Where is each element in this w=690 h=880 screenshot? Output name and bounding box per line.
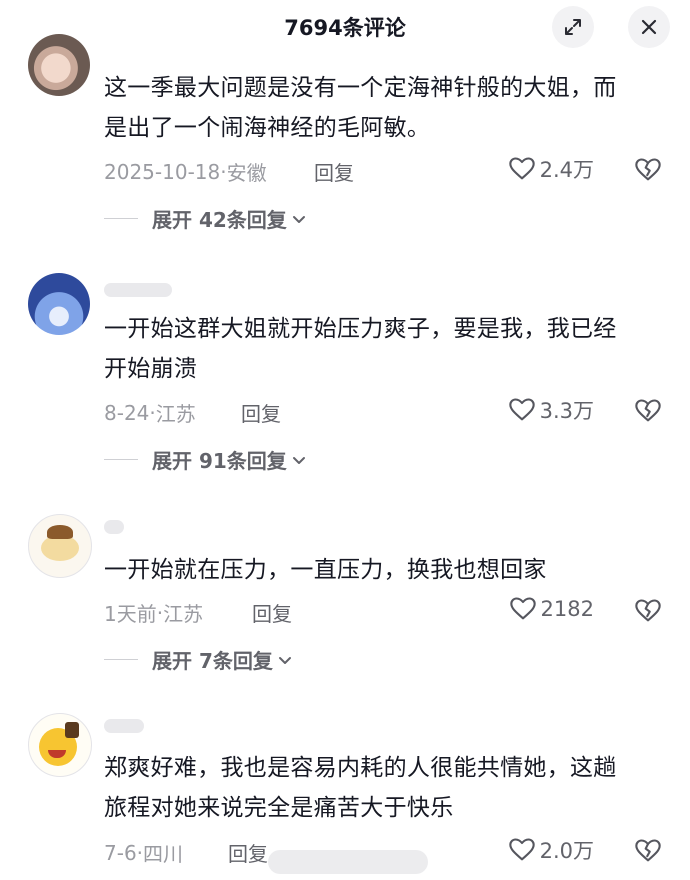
close-button[interactable] (628, 6, 670, 48)
reply-button[interactable]: 回复 (252, 598, 292, 627)
comment-date: 7-6 (104, 840, 137, 865)
avatar[interactable] (28, 713, 92, 777)
comment-text-line: 一开始这群大姐就开始压力爽子，要是我，我已经 (104, 316, 617, 342)
like-count: 2.0万 (539, 839, 594, 863)
like-count: 3.3万 (539, 399, 594, 423)
reply-button[interactable]: 回复 (241, 398, 281, 427)
expand-button[interactable] (552, 6, 594, 48)
expand-replies-button[interactable]: 展开 7条回复 (104, 645, 293, 674)
broken-heart-icon[interactable] (634, 156, 662, 184)
username-placeholder (104, 283, 172, 297)
broken-heart-icon[interactable] (634, 837, 662, 865)
broken-heart-icon[interactable] (634, 597, 662, 625)
expand-replies-label: 展开 42条回复 (152, 208, 287, 232)
expand-replies-button[interactable]: 展开 42条回复 (104, 204, 307, 233)
chevron-down-icon (278, 656, 291, 664)
reply-button[interactable]: 回复 (228, 838, 268, 867)
watermark (268, 850, 428, 874)
reply-button[interactable]: 回复 (314, 157, 354, 186)
avatar[interactable] (28, 514, 92, 578)
heart-icon (508, 398, 535, 421)
username-placeholder (104, 719, 144, 733)
broken-heart-icon[interactable] (634, 397, 662, 425)
expand-replies-button[interactable]: 展开 91条回复 (104, 445, 307, 474)
comment-meta: 1天前 · 江苏 (104, 598, 203, 627)
divider (104, 458, 138, 461)
comment-text-line: 这一季最大问题是没有一个定海神针般的大姐，而 (104, 75, 617, 101)
avatar[interactable] (28, 273, 90, 335)
expand-icon (565, 19, 581, 35)
close-icon (641, 19, 657, 35)
comment-text-line: 是出了一个闹海神经的毛阿敏。 (104, 115, 431, 141)
heart-icon (508, 157, 535, 180)
comment-date: 2025-10-18 (104, 159, 221, 184)
avatar-graphic (65, 722, 79, 738)
comment-location: 江苏 (155, 402, 196, 426)
comment-location: 四川 (143, 842, 184, 866)
username-placeholder (104, 520, 124, 534)
comment-meta: 8-24 · 江苏 (104, 398, 196, 427)
expand-replies-label: 展开 91条回复 (152, 449, 287, 473)
comment-text: 郑爽好难，我也是容易内耗的人很能共情她，这趟 旅程对她来说完全是痛苦大于快乐 (104, 748, 664, 828)
like-count: 2182 (540, 597, 594, 621)
comment-location: 安徽 (226, 161, 267, 185)
comment-location: 江苏 (163, 602, 204, 626)
avatar-graphic (47, 525, 73, 539)
comment-text-line: 旅程对她来说完全是痛苦大于快乐 (104, 795, 454, 821)
comments-header: 7694条评论 (0, 0, 690, 56)
like-button[interactable]: 2182 (509, 595, 594, 623)
divider (104, 658, 138, 661)
comment-text: 一开始就在压力，一直压力，换我也想回家 (104, 550, 664, 590)
avatar[interactable] (28, 34, 90, 96)
expand-replies-label: 展开 7条回复 (152, 649, 273, 673)
like-button[interactable]: 2.4万 (508, 154, 594, 184)
like-button[interactable]: 3.3万 (508, 395, 594, 425)
comment-text: 这一季最大问题是没有一个定海神针般的大姐，而 是出了一个闹海神经的毛阿敏。 (104, 68, 664, 148)
heart-icon (508, 838, 535, 861)
comment-meta: 7-6 · 四川 (104, 838, 183, 867)
heart-icon (509, 597, 536, 620)
comment-text-line: 郑爽好难，我也是容易内耗的人很能共情她，这趟 (104, 755, 617, 781)
like-button[interactable]: 2.0万 (508, 835, 594, 865)
like-count: 2.4万 (539, 158, 594, 182)
comment-date: 1天前 (104, 602, 157, 626)
comment-meta: 2025-10-18 · 安徽 (104, 157, 267, 186)
comment-date: 8-24 (104, 400, 150, 425)
comment-text-line: 开始崩溃 (104, 356, 198, 382)
comment-text: 一开始这群大姐就开始压力爽子，要是我，我已经 开始崩溃 (104, 309, 664, 389)
chevron-down-icon (292, 215, 305, 223)
chevron-down-icon (292, 456, 305, 464)
divider (104, 217, 138, 220)
comment-text-line: 一开始就在压力，一直压力，换我也想回家 (104, 557, 547, 583)
